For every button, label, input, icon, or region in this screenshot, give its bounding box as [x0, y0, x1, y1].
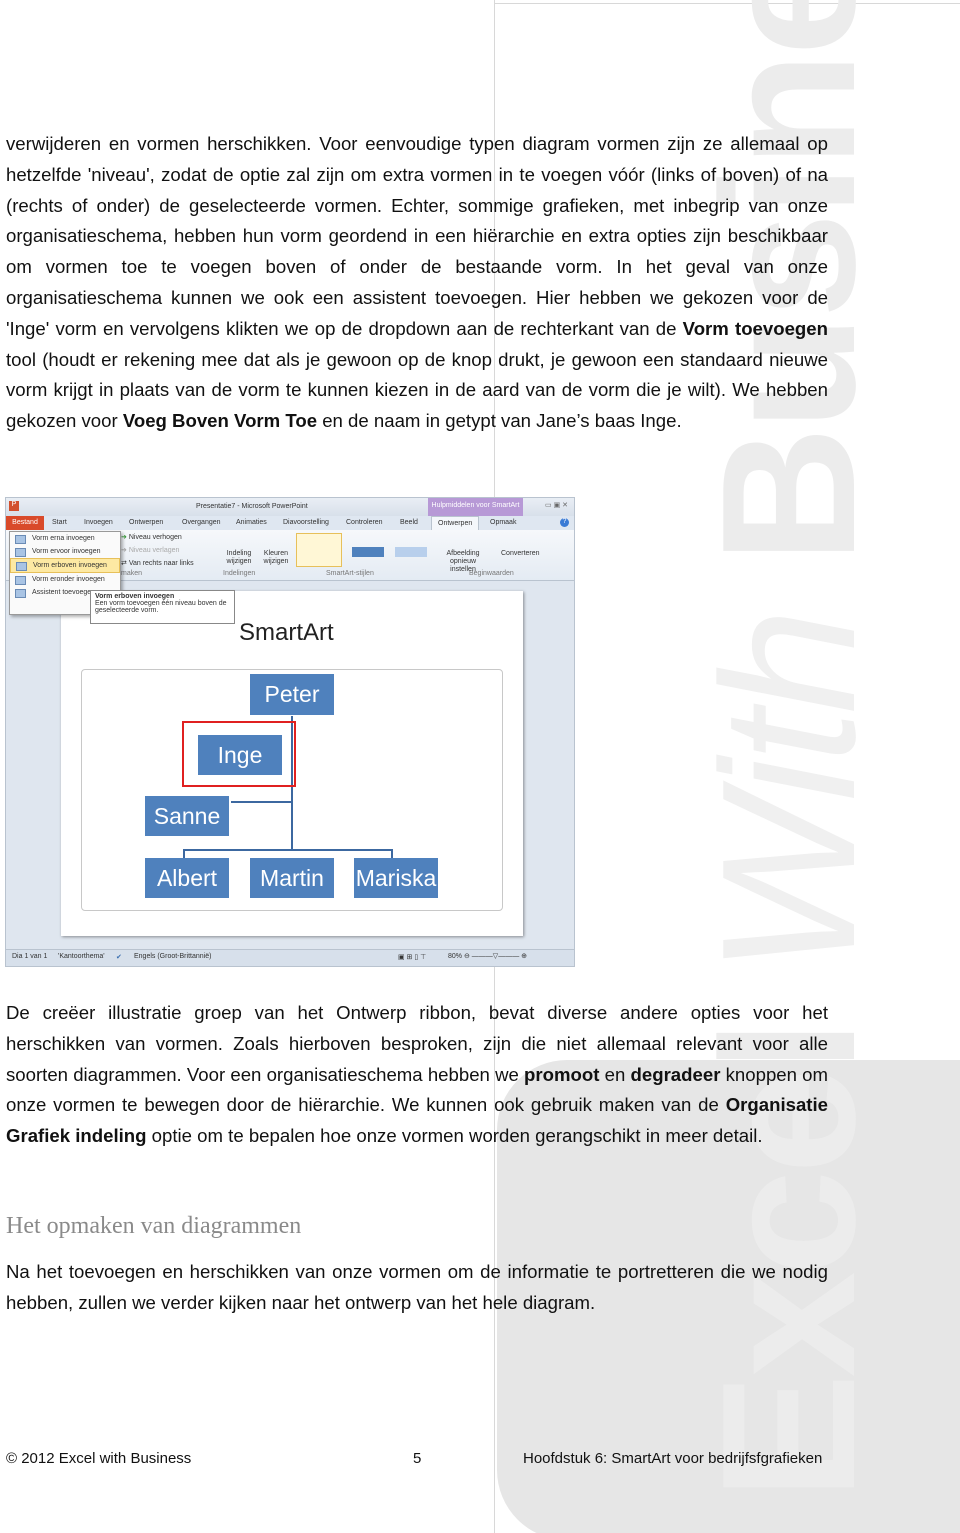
footer-copyright: © 2012 Excel with Business	[6, 1450, 192, 1467]
tab-smartart-design[interactable]: Ontwerpen	[431, 516, 480, 531]
powerpoint-screenshot: P Presentatie7 - Microsoft PowerPoint Hu…	[5, 497, 575, 967]
status-bar: Dia 1 van 1 'Kantoorthema' ✔ Engels (Gro…	[6, 949, 574, 966]
footer-page-number: 5	[413, 1450, 422, 1467]
zoom-level[interactable]: 80%	[448, 953, 462, 960]
section-heading: Het opmaken van diagrammen	[6, 1213, 302, 1239]
tab-animations[interactable]: Animaties	[236, 519, 267, 526]
style-option-1[interactable]	[296, 533, 342, 567]
tab-transitions[interactable]: Overgangen	[182, 519, 221, 526]
menu-item-add-after[interactable]: Vorm erna invoegen	[10, 532, 120, 545]
node-sanne[interactable]: Sanne	[145, 796, 229, 836]
paragraph-1: verwijderen en vormen herschikken. Voor …	[6, 133, 828, 432]
change-colors-button[interactable]: Kleuren wijzigen	[261, 550, 291, 566]
node-albert[interactable]: Albert	[145, 858, 229, 898]
convert-button[interactable]: Converteren	[501, 550, 540, 557]
help-icon[interactable]: ?	[560, 518, 569, 527]
menu-item-add-before[interactable]: Vorm ervoor invoegen	[10, 545, 120, 558]
window-title: Presentatie7 - Microsoft PowerPoint	[196, 503, 308, 510]
ribbon-tabs: Bestand Start Invoegen Ontwerpen Overgan…	[6, 516, 574, 531]
tooltip: Vorm erboven invoegen Een vorm toevoegen…	[90, 590, 235, 624]
slides-pane	[6, 581, 58, 936]
document-page: Excel With Business verwijderen en vorme…	[0, 0, 960, 1533]
promote-button[interactable]: ➜ Niveau verhogen	[121, 533, 182, 541]
zoom-slider[interactable]: ⊖ ———▽——— ⊕	[464, 952, 527, 960]
right-to-left-button[interactable]: ⇄ Van rechts naar links	[121, 559, 194, 567]
title-bar: P Presentatie7 - Microsoft PowerPoint Hu…	[6, 498, 574, 516]
style-option-3[interactable]	[391, 533, 431, 565]
menu-item-add-below[interactable]: Vorm eronder invoegen	[10, 573, 120, 586]
group-label-layouts: Indelingen	[223, 570, 256, 577]
demote-button[interactable]: ➜ Niveau verlagen	[121, 546, 179, 554]
tab-insert[interactable]: Invoegen	[84, 519, 113, 526]
status-theme: 'Kantoorthema'	[58, 953, 105, 960]
watermark-with: With	[683, 563, 895, 975]
group-label-reset: Beginwaarden	[469, 570, 514, 577]
tooltip-title: Vorm erboven invoegen	[95, 593, 175, 600]
tab-slideshow[interactable]: Diavoorstelling	[283, 519, 329, 526]
node-inge[interactable]: Inge	[197, 734, 283, 776]
paragraph-3: Na het toevoegen en herschikken van onze…	[6, 1261, 828, 1313]
spellcheck-icon[interactable]: ✔	[116, 953, 122, 961]
tab-file[interactable]: Bestand	[6, 516, 44, 530]
tab-start[interactable]: Start	[52, 519, 67, 526]
node-martin[interactable]: Martin	[250, 858, 334, 898]
tab-view[interactable]: Beeld	[400, 519, 418, 526]
tab-format[interactable]: Opmaak	[490, 519, 516, 526]
status-language[interactable]: Engels (Groot-Brittannië)	[134, 953, 211, 960]
connector	[183, 849, 393, 851]
status-slide: Dia 1 van 1	[12, 953, 48, 960]
window-controls[interactable]: ▭ ▣ ✕	[545, 501, 568, 509]
paragraph-2: De creëer illustratie groep van het Ontw…	[6, 1002, 828, 1147]
style-option-2[interactable]	[346, 533, 390, 565]
view-buttons[interactable]: ▣ ⊞ ▯ ⊤	[398, 953, 426, 961]
group-label-styles: SmartArt-stijlen	[326, 570, 374, 577]
slide-canvas: SmartArt Peter Inge Sanne Albert Martin …	[61, 591, 523, 936]
smartart-tools-label: Hulpmiddelen voor SmartArt	[428, 498, 523, 516]
tooltip-body: Een vorm toevoegen één niveau boven de g…	[95, 600, 227, 614]
node-peter[interactable]: Peter	[250, 674, 334, 715]
connector	[231, 801, 291, 803]
footer-chapter: Hoofdstuk 6: SmartArt voor bedrijfsfgraf…	[523, 1450, 823, 1467]
change-layout-button[interactable]: Indeling wijzigen	[224, 550, 254, 566]
node-mariska[interactable]: Mariska	[354, 858, 438, 898]
group-label-create: maken	[121, 570, 143, 577]
menu-item-add-above[interactable]: Vorm erboven invoegen	[10, 558, 120, 573]
tab-design[interactable]: Ontwerpen	[129, 519, 163, 526]
tab-review[interactable]: Controleren	[346, 519, 383, 526]
powerpoint-icon: P	[9, 501, 19, 511]
slide-title: SmartArt	[239, 619, 334, 646]
